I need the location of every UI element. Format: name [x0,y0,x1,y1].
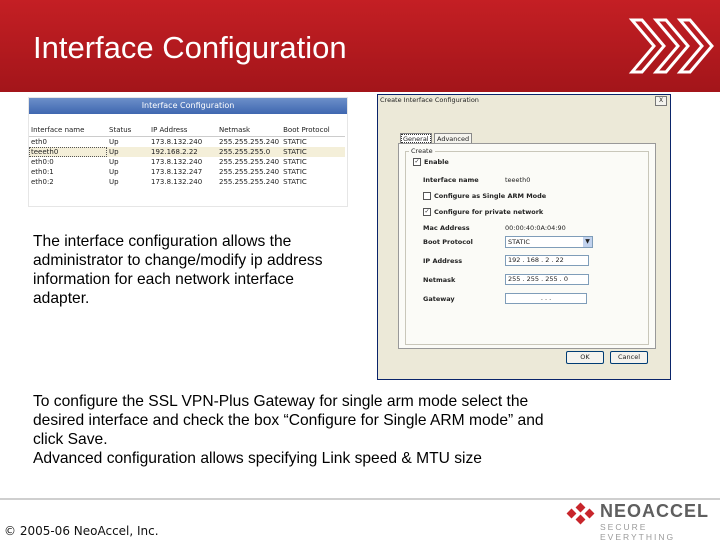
chevron-arrows-icon [628,18,714,74]
table-caption: Interface Configuration [29,98,347,114]
private-network-label: Configure for private network [434,208,544,216]
instruction-line: Advanced configuration allows specifying… [33,450,482,467]
cell-ip: 173.8.132.240 [151,178,203,186]
description-paragraph: The interface configuration allows the a… [33,233,323,307]
table-row[interactable]: eth0 Up 173.8.132.240 255.255.255.240 ST… [29,137,345,148]
copyright-notice: © 2005-06 NeoAccel, Inc. [4,524,159,538]
ip-address-label: IP Address [423,257,463,265]
private-network-row[interactable]: ✓ Configure for private network [423,208,543,216]
cell-status: Up [107,147,149,157]
group-label: Create [409,147,435,155]
create-interface-dialog: Create Interface Configuration X General… [377,94,671,380]
enable-row[interactable]: ✓ Enable [413,158,449,166]
cell-boot: STATIC [281,147,346,157]
single-arm-checkbox[interactable] [423,192,431,200]
table-row[interactable]: teeeth0 Up 192.168.2.22 255.255.255.0 ST… [29,147,346,157]
instructions-paragraph: To configure the SSL VPN-Plus Gateway fo… [33,392,673,468]
cell-ip: 173.8.132.240 [151,158,203,166]
cell-netmask: 255.255.255.240 [219,158,280,166]
cell-boot: STATIC [283,168,307,176]
boot-protocol-select[interactable]: STATIC ▼ [505,236,593,248]
cell-netmask: 255.255.255.0 [217,147,282,157]
general-panel: Create ✓ Enable Interface name teeeth0 Co… [398,143,656,349]
cell-netmask: 255.255.255.240 [219,168,280,176]
logo-tagline: SECURE EVERYTHING [600,522,676,542]
cancel-button[interactable]: Cancel [610,351,648,364]
table-row[interactable]: eth0:2 Up 173.8.132.240 255.255.255.240 … [29,177,345,187]
cell-ip: 192.168.2.22 [149,147,217,157]
column-header: Netmask [217,123,282,137]
interface-table: Interface name Status IP Address Netmask… [29,123,346,187]
dialog-title: Create Interface Configuration [380,96,479,104]
instruction-line: desired interface and check the box “Con… [33,412,544,429]
cell-interface: eth0:1 [31,168,54,176]
column-header: Status [107,123,149,137]
gateway-label: Gateway [423,295,455,303]
boot-protocol-value: STATIC [508,238,530,246]
mac-address-value: 00:00:40:0A:04:90 [505,224,566,232]
netmask-field[interactable]: 255 . 255 . 255 . 0 [505,274,589,285]
gateway-field[interactable]: . . . [505,293,587,304]
instruction-line: click Save. [33,431,108,448]
enable-label: Enable [424,158,449,166]
cell-netmask: 255.255.255.240 [219,178,280,186]
single-arm-label: Configure as Single ARM Mode [434,192,547,200]
boot-protocol-label: Boot Protocol [423,238,473,246]
logo-mark-icon [566,502,595,525]
column-header: IP Address [149,123,217,137]
private-network-checkbox[interactable]: ✓ [423,208,431,216]
cell-interface: eth0:2 [31,178,54,186]
cell-interface: eth0:0 [31,158,54,166]
interface-table-screenshot: Interface Configuration Interface name S… [28,97,348,207]
cell-interface: eth0 [31,138,47,146]
table-row[interactable]: eth0:1 Up 173.8.132.247 255.255.255.240 … [29,167,345,177]
cell-boot: STATIC [283,138,307,146]
chevron-down-icon[interactable]: ▼ [583,237,592,247]
cell-ip: 173.8.132.247 [151,168,203,176]
instruction-line: To configure the SSL VPN-Plus Gateway fo… [33,393,529,410]
logo-brand-text: NEOACCEL [600,501,710,521]
cell-ip: 173.8.132.240 [151,138,203,146]
cell-netmask: 255.255.255.240 [219,138,280,146]
enable-checkbox[interactable]: ✓ [413,158,421,166]
cell-status: Up [109,138,119,146]
slide-header: Interface Configuration [0,0,720,92]
cell-interface: teeeth0 [29,147,107,157]
close-button[interactable]: X [655,96,667,106]
column-header: Interface name [29,123,107,137]
cell-boot: STATIC [283,158,307,166]
single-arm-row[interactable]: Configure as Single ARM Mode [423,192,546,200]
ok-button[interactable]: OK [566,351,604,364]
cell-status: Up [109,168,119,176]
table-row[interactable]: eth0:0 Up 173.8.132.240 255.255.255.240 … [29,157,345,167]
interface-name-label: Interface name [423,176,479,184]
interface-name-value: teeeth0 [505,176,531,184]
netmask-label: Netmask [423,276,456,284]
mac-address-label: Mac Address [423,224,470,232]
slide-title: Interface Configuration [33,30,347,65]
neoaccel-logo: NEOACCEL SECURE EVERYTHING [566,498,716,542]
column-header: Boot Protocol [281,123,346,137]
cell-status: Up [109,158,119,166]
ip-address-field[interactable]: 192 . 168 . 2 . 22 [505,255,589,266]
cell-status: Up [109,178,119,186]
cell-boot: STATIC [283,178,307,186]
